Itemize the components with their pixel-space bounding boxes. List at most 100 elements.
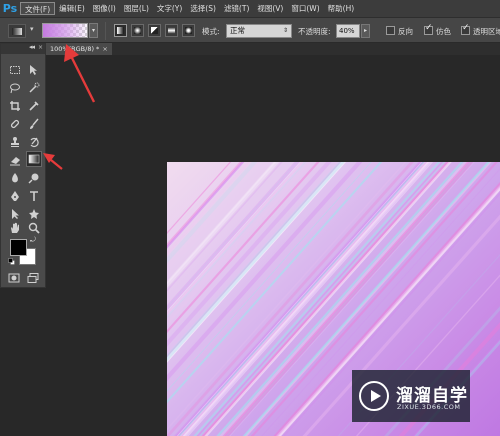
default-colors-icon[interactable] [8,258,15,265]
diamond-gradient-button[interactable] [182,24,195,37]
mode-label: 模式: [202,27,220,36]
divider [105,22,106,40]
document-tab-label: 100%(RGB/8) * [50,45,100,53]
transparency-label: 透明区域 [473,27,500,36]
gradient-tool[interactable] [26,151,42,167]
reflected-gradient-button[interactable] [165,24,178,37]
collapse-icon[interactable]: ◂◂ [29,43,35,51]
quick-mask-button[interactable] [6,270,22,286]
eyedropper-tool[interactable] [26,98,42,114]
hand-tool[interactable] [7,220,23,236]
blur-icon [12,173,18,183]
linear-gradient-icon [117,27,124,34]
dither-checkbox[interactable] [424,23,433,35]
menu-window[interactable]: 窗口(W) [287,2,323,15]
gradient-picker-dropdown-icon[interactable]: ▾ [89,23,98,38]
close-icon[interactable]: × [102,45,107,53]
eyedropper-icon [29,101,39,111]
menu-image[interactable]: 图像(I) [89,2,120,15]
clone-stamp-icon [11,137,19,147]
pen-icon [11,191,19,201]
menu-select[interactable]: 选择(S) [186,2,220,15]
pen-tool[interactable] [7,188,23,204]
healing-brush-tool[interactable] [7,116,23,132]
crop-icon [10,101,20,111]
toolbox-header[interactable]: ◂◂ × [1,43,45,54]
type-tool[interactable] [26,188,42,204]
menu-bar: Ps 文件(F) 编辑(E) 图像(I) 图层(L) 文字(Y) 选择(S) 滤… [0,0,500,17]
dodge-icon [28,173,39,184]
brush-tool[interactable] [26,116,42,132]
toolbox: ◂◂ × ⤾ [0,43,46,288]
watermark-url: ZIXUE.3D66.COM [397,403,461,411]
eraser-tool[interactable] [7,152,23,168]
opacity-input[interactable]: 40% [336,24,360,38]
history-brush-tool[interactable] [26,134,42,150]
custom-shape-icon [29,209,39,219]
move-tool[interactable] [26,62,42,78]
menu-help[interactable]: 帮助(H) [324,2,359,15]
photoshop-logo: Ps [2,2,18,15]
menu-type[interactable]: 文字(Y) [153,2,186,15]
quick-selection-tool[interactable] [26,80,42,96]
gradient-editor-swatch[interactable] [42,23,88,38]
hand-icon [11,222,19,233]
arrow-to-gradient-tool [50,159,63,170]
mode-value: 正常 [230,26,245,35]
angle-gradient-icon [151,27,158,34]
document-tab[interactable]: 100%(RGB/8) * × [46,43,112,55]
opacity-dropdown-icon[interactable]: ▸ [361,24,370,38]
menu-file[interactable]: 文件(F) [20,2,56,15]
transparency-checkbox[interactable] [461,23,470,35]
tool-preset-picker[interactable] [8,24,26,38]
options-bar: ▾ ▾ 模式: 正常 ⇕ 不透明度: 40% ▸ 反向 仿色 透明区域 [0,17,500,43]
reflected-gradient-icon [168,27,175,34]
reverse-label: 反向 [398,27,413,36]
linear-gradient-button[interactable] [114,24,127,37]
menu-view[interactable]: 视图(V) [253,2,287,15]
history-brush-icon [30,137,39,148]
type-icon [30,191,38,201]
arrow-to-gradient-swatch [70,57,96,103]
quick-selection-icon [29,82,40,93]
radial-gradient-icon [134,27,141,34]
blur-tool[interactable] [7,170,23,186]
angle-gradient-button[interactable] [148,24,161,37]
lasso-icon [10,83,20,94]
zoom-icon [28,222,40,234]
lasso-tool[interactable] [7,80,23,96]
rectangular-marquee-tool[interactable] [7,62,23,78]
gradient-icon [28,154,40,164]
mode-select[interactable]: 正常 ⇕ [226,24,292,38]
screen-mode-icon [27,273,39,283]
radial-gradient-button[interactable] [131,24,144,37]
close-icon[interactable]: × [38,44,43,51]
healing-brush-icon [10,119,20,129]
clone-stamp-tool[interactable] [7,134,23,150]
path-selection-icon [12,209,19,219]
dodge-tool[interactable] [26,170,42,186]
screen-mode-button[interactable] [25,270,41,286]
rectangular-marquee-icon [10,66,20,74]
chevron-updown-icon: ⇕ [282,27,288,34]
preset-dropdown-icon[interactable]: ▾ [30,25,34,33]
menu-layer[interactable]: 图层(L) [120,2,153,15]
watermark: 溜溜自学 ZIXUE.3D66.COM [352,370,470,422]
zoom-tool[interactable] [26,220,42,236]
quick-mask-icon [8,273,20,283]
menu-filter[interactable]: 滤镜(T) [220,2,253,15]
reverse-checkbox[interactable] [386,26,395,35]
annotation-arrows [43,44,96,170]
crop-tool[interactable] [7,98,23,114]
foreground-color-swatch[interactable] [10,239,27,256]
eraser-icon [10,157,20,166]
swap-colors-icon[interactable]: ⤾ [30,236,36,245]
diamond-gradient-icon [185,27,192,34]
document-tab-bar: 100%(RGB/8) * × [46,43,500,55]
move-icon [30,65,37,75]
play-logo-icon [359,381,389,411]
brush-icon [30,118,39,129]
dither-label: 仿色 [436,27,451,36]
opacity-label: 不透明度: [298,27,331,36]
menu-edit[interactable]: 编辑(E) [55,2,89,15]
